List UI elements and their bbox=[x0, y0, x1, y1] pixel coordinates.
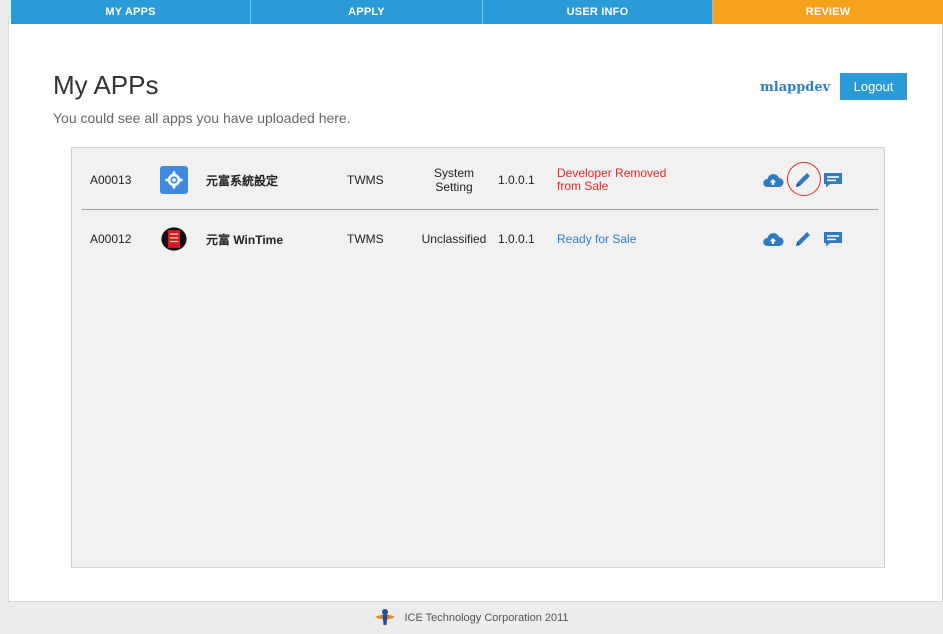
app-status: Developer Removed from Sale bbox=[557, 151, 697, 209]
highlight-circle bbox=[787, 162, 821, 196]
app-version: 1.0.0.1 bbox=[498, 232, 535, 246]
comment-icon[interactable] bbox=[822, 229, 844, 249]
settings-gear-icon bbox=[160, 166, 188, 194]
app-vendor: TWMS bbox=[347, 232, 384, 246]
comment-icon[interactable] bbox=[822, 170, 844, 190]
company-logo-icon bbox=[374, 608, 396, 629]
app-list-panel: A00013 元富系統設定 TWMS System Setting 1.0.0.… bbox=[71, 147, 885, 568]
app-status: Ready for Sale bbox=[557, 231, 637, 246]
app-row: A00013 元富系統設定 TWMS System Setting 1.0.0.… bbox=[82, 151, 878, 210]
username-label: mlappdev bbox=[760, 80, 831, 95]
tab-apply[interactable]: APPLY bbox=[251, 0, 483, 24]
page-title: My APPs bbox=[53, 70, 159, 100]
logout-button[interactable]: Logout bbox=[840, 73, 907, 100]
app-status-line2: from Sale bbox=[557, 179, 609, 193]
top-nav: MY APPS APPLY USER INFO REVIEW bbox=[11, 0, 943, 24]
app-category-line1: System bbox=[433, 166, 474, 180]
app-row: A00012 元富 WinTime TWMS Unclassified 1.0.… bbox=[82, 210, 878, 268]
app-category: Unclassified bbox=[421, 232, 487, 246]
app-category: System Setting bbox=[419, 151, 489, 209]
tab-review[interactable]: REVIEW bbox=[713, 0, 943, 24]
app-actions bbox=[762, 151, 852, 209]
edit-pencil-icon[interactable] bbox=[792, 229, 814, 249]
app-actions bbox=[762, 210, 852, 268]
tab-my-apps[interactable]: MY APPS bbox=[11, 0, 251, 24]
tab-user-info[interactable]: USER INFO bbox=[483, 0, 713, 24]
app-name: 元富 WinTime bbox=[206, 232, 284, 247]
app-name: 元富系統設定 bbox=[206, 173, 279, 188]
app-category-line2: Setting bbox=[435, 180, 473, 194]
wintime-logo-icon bbox=[160, 225, 188, 253]
app-version: 1.0.0.1 bbox=[498, 173, 535, 187]
cloud-upload-icon[interactable] bbox=[762, 229, 784, 249]
app-id: A00012 bbox=[90, 232, 132, 246]
app-id: A00013 bbox=[90, 173, 132, 187]
page-subtitle: You could see all apps you have uploaded… bbox=[53, 110, 351, 126]
edit-pencil-icon[interactable] bbox=[787, 162, 821, 196]
footer: ICE Technology Corporation 2011 bbox=[0, 602, 943, 634]
cloud-upload-icon[interactable] bbox=[762, 170, 784, 190]
footer-text: ICE Technology Corporation 2011 bbox=[404, 612, 569, 624]
app-vendor: TWMS bbox=[347, 173, 384, 187]
